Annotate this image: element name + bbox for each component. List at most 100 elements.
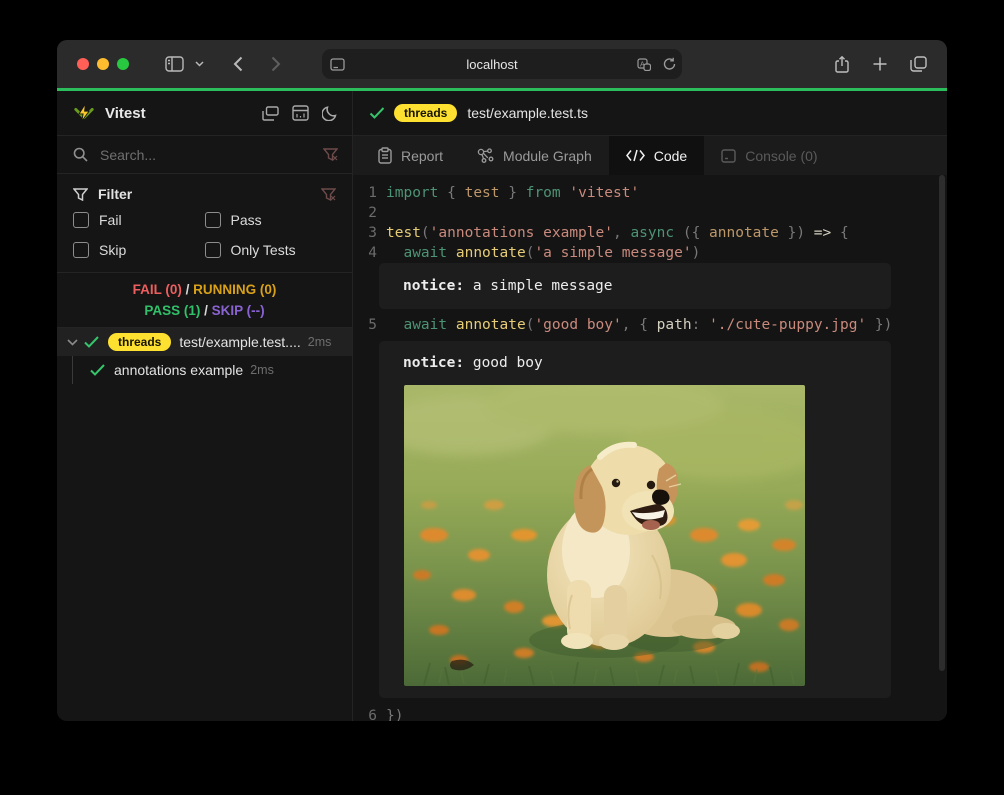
search-input[interactable]: Search... bbox=[100, 147, 323, 163]
code-token: annotate bbox=[456, 245, 526, 261]
code-token: test bbox=[386, 225, 421, 241]
code-token: await bbox=[403, 317, 447, 333]
pass-check-icon bbox=[84, 336, 99, 348]
code-token: await bbox=[403, 245, 447, 261]
code-line: 3test('annotations example', async ({ an… bbox=[353, 223, 947, 243]
app-title: Vitest bbox=[105, 105, 262, 122]
report-clipboard-icon bbox=[378, 147, 392, 164]
code-token: ({ bbox=[674, 225, 709, 241]
close-window-button[interactable] bbox=[77, 58, 89, 70]
minimize-window-button[interactable] bbox=[97, 58, 109, 70]
website-settings-icon[interactable] bbox=[322, 49, 352, 79]
test-file-row[interactable]: threads test/example.test.... 2ms bbox=[57, 328, 352, 356]
test-duration: 2ms bbox=[250, 363, 274, 377]
test-duration: 2ms bbox=[308, 335, 332, 349]
scrollbar-thumb[interactable] bbox=[939, 175, 945, 671]
status-line-2: PASS (1) / SKIP (--) bbox=[57, 300, 352, 321]
code-token: from bbox=[526, 185, 561, 201]
filter-label: Filter bbox=[98, 186, 321, 202]
code-token: }) bbox=[386, 708, 403, 721]
browser-toolbar: localhost A bbox=[57, 40, 947, 88]
code-token: annotate bbox=[709, 225, 779, 241]
code-line: 4 await annotate('a simple message') bbox=[353, 243, 947, 263]
code-line: 1import { test } from 'vitest' bbox=[353, 183, 947, 203]
filter-checkbox-only-tests[interactable]: Only Tests bbox=[205, 240, 337, 260]
console-icon bbox=[721, 149, 736, 163]
code-token: }) bbox=[779, 225, 814, 241]
code-line: 6}) bbox=[353, 706, 947, 721]
timer-icon[interactable] bbox=[292, 105, 309, 121]
code-token bbox=[447, 245, 456, 261]
code-token: } bbox=[500, 185, 526, 201]
chevron-down-icon[interactable] bbox=[189, 49, 209, 79]
sidebar-toggle-icon[interactable] bbox=[159, 49, 189, 79]
filter-checkbox-pass[interactable]: Pass bbox=[205, 210, 337, 230]
running-count: RUNNING (0) bbox=[193, 282, 276, 297]
address-bar[interactable]: localhost A bbox=[322, 49, 682, 79]
chevron-down-icon[interactable] bbox=[67, 339, 78, 346]
checkbox-label: Only Tests bbox=[231, 242, 296, 258]
code-token bbox=[447, 317, 456, 333]
reload-icon[interactable] bbox=[656, 49, 682, 79]
checkbox-icon bbox=[73, 242, 89, 258]
checkbox-label: Pass bbox=[231, 212, 262, 228]
sidebar: Vitest bbox=[57, 91, 353, 721]
url-text: localhost bbox=[352, 57, 632, 72]
code-token: 'annotations example' bbox=[430, 225, 613, 241]
translate-icon[interactable]: A bbox=[632, 49, 656, 79]
code-brackets-icon bbox=[626, 149, 645, 162]
zoom-window-button[interactable] bbox=[117, 58, 129, 70]
checkbox-label: Skip bbox=[99, 242, 126, 258]
annotation-notice-with-image: notice: good boy bbox=[379, 341, 891, 698]
checkbox-icon bbox=[205, 242, 221, 258]
tab-console[interactable]: Console (0) bbox=[704, 136, 834, 175]
forward-icon[interactable] bbox=[261, 49, 291, 79]
tab-code[interactable]: Code bbox=[609, 136, 704, 175]
tab-label: Module Graph bbox=[503, 148, 592, 164]
new-tab-icon[interactable] bbox=[865, 49, 895, 79]
code-token: ) bbox=[692, 245, 701, 261]
filter-checkbox-skip[interactable]: Skip bbox=[73, 240, 205, 260]
test-status-summary: FAIL (0) / RUNNING (0) PASS (1) / SKIP (… bbox=[57, 273, 352, 328]
share-icon[interactable] bbox=[827, 49, 857, 79]
checkbox-icon bbox=[205, 212, 221, 228]
back-icon[interactable] bbox=[223, 49, 253, 79]
skip-count: SKIP (--) bbox=[212, 303, 265, 318]
line-number: 6 bbox=[353, 706, 377, 721]
pool-badge: threads bbox=[394, 104, 457, 122]
tab-bar: Report Module Graph bbox=[353, 136, 947, 175]
filter-checkbox-fail[interactable]: Fail bbox=[73, 210, 205, 230]
test-case-row[interactable]: annotations example 2ms bbox=[57, 356, 352, 384]
theme-toggle-moon-icon[interactable] bbox=[322, 105, 338, 121]
clear-filter-icon[interactable] bbox=[321, 188, 336, 201]
tab-report[interactable]: Report bbox=[361, 136, 460, 175]
tab-label: Report bbox=[401, 148, 443, 164]
browser-window: localhost A bbox=[57, 40, 947, 721]
line-number: 2 bbox=[353, 203, 377, 223]
fail-count: FAIL (0) bbox=[133, 282, 182, 297]
tab-overview-icon[interactable] bbox=[903, 49, 933, 79]
code-token: => bbox=[814, 225, 840, 241]
dashboard-icon[interactable] bbox=[262, 106, 279, 121]
indent-guide bbox=[72, 356, 73, 384]
code-token: test bbox=[465, 185, 500, 201]
traffic-lights bbox=[77, 58, 129, 70]
test-case-name: annotations example bbox=[114, 362, 243, 378]
code-token: path bbox=[657, 317, 692, 333]
code-editor[interactable]: 1import { test } from 'vitest' 2 3test('… bbox=[353, 175, 947, 721]
filter-section: Filter Fail Pass bbox=[57, 174, 352, 273]
code-token: annotate bbox=[456, 317, 526, 333]
open-file-name: test/example.test.ts bbox=[467, 105, 588, 121]
code-line: 5 await annotate('good boy', { path: './… bbox=[353, 315, 947, 335]
pass-check-icon bbox=[90, 364, 105, 376]
code-line: 2 bbox=[353, 203, 947, 223]
checkbox-icon bbox=[73, 212, 89, 228]
code-token: , bbox=[613, 225, 630, 241]
tab-module-graph[interactable]: Module Graph bbox=[460, 136, 609, 175]
code-token: './cute-puppy.jpg' bbox=[709, 317, 866, 333]
code-token: { bbox=[438, 185, 464, 201]
annotation-message: good boy bbox=[464, 355, 543, 371]
code-token bbox=[386, 245, 403, 261]
clear-search-icon[interactable] bbox=[323, 148, 338, 161]
line-number: 1 bbox=[353, 183, 377, 203]
